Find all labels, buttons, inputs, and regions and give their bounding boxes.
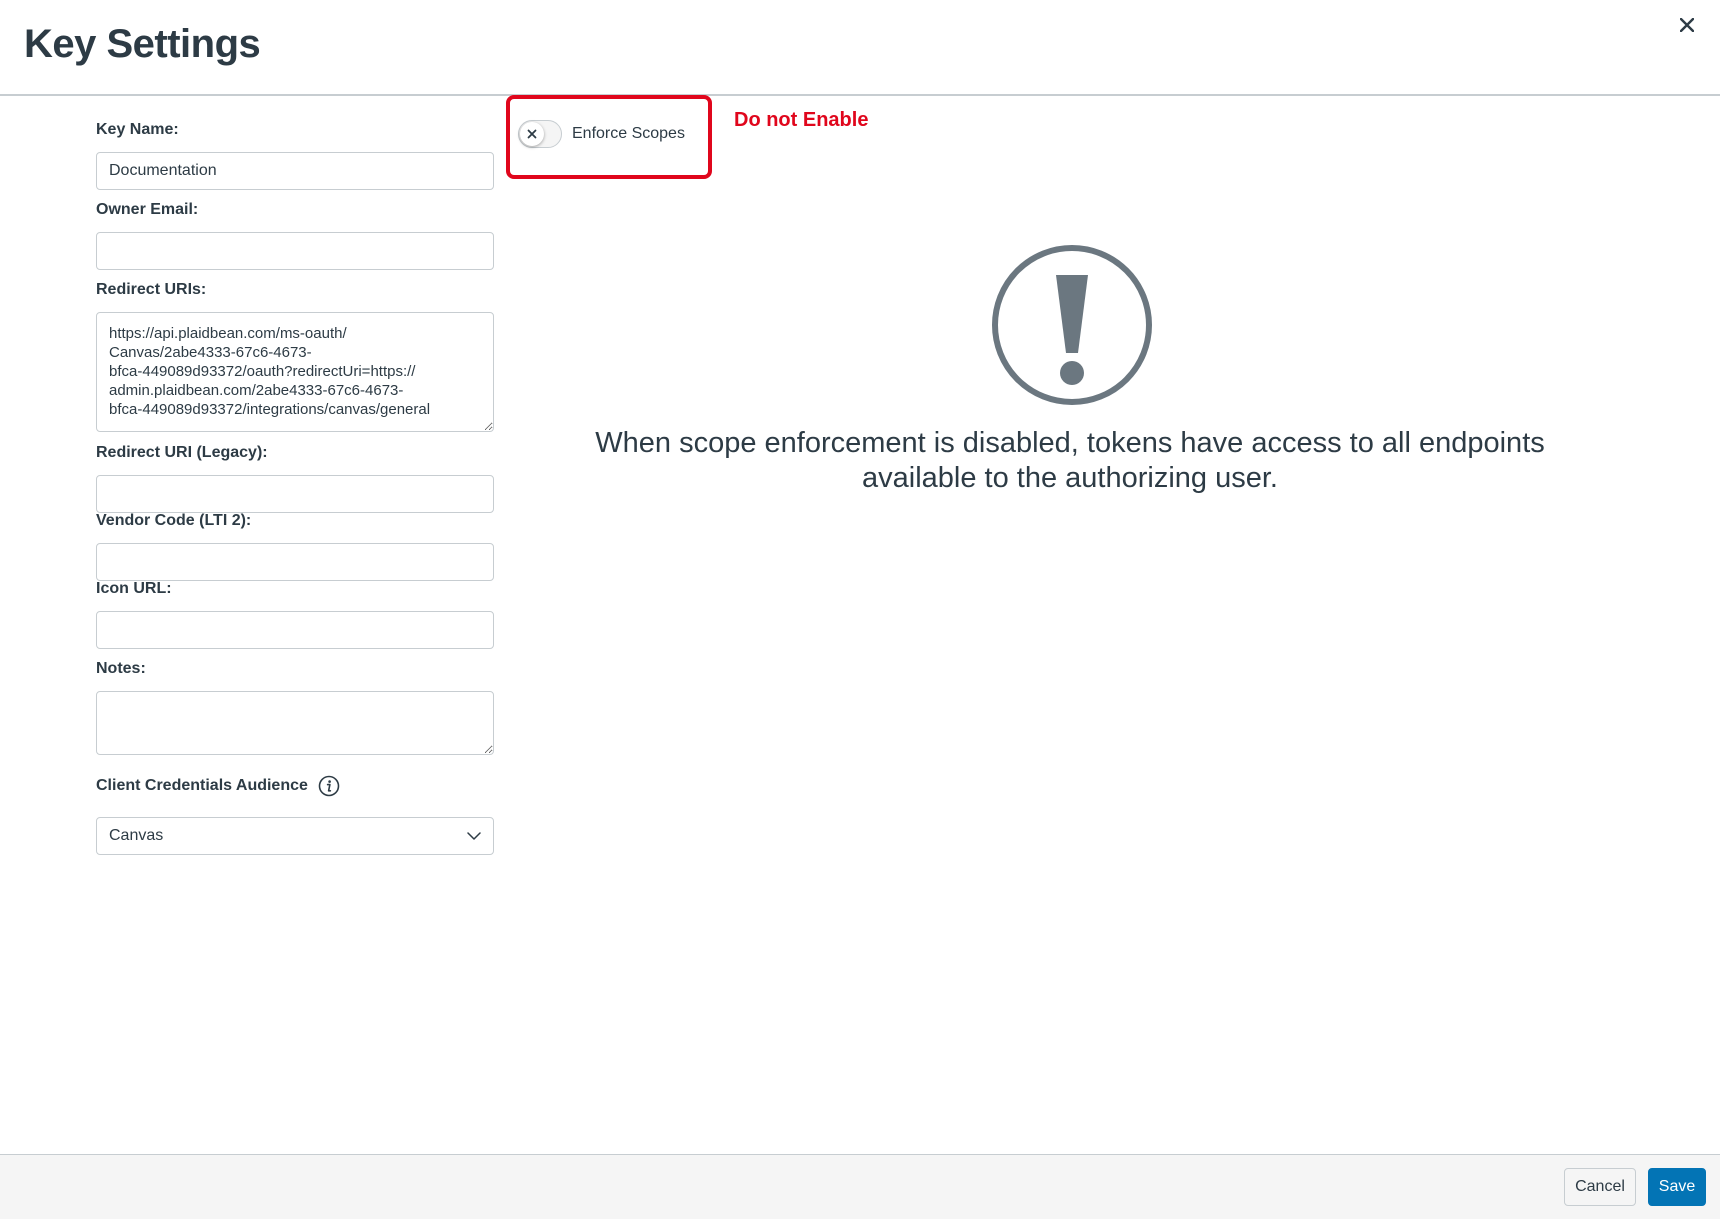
audience-selected-value: Canvas	[109, 827, 164, 844]
redirect-uris-textarea[interactable]: https://api.plaidbean.com/ms-oauth/ Canv…	[96, 312, 494, 432]
client-credentials-audience-select[interactable]: Canvas	[96, 817, 494, 855]
client-credentials-audience-label: Client Credentials Audience	[96, 777, 308, 794]
annotation-text: Do not Enable	[734, 109, 869, 131]
vendor-code-label: Vendor Code (LTI 2):	[96, 512, 252, 529]
vendor-code-input[interactable]	[96, 543, 494, 581]
exclamation-circle-icon	[990, 243, 1154, 407]
close-icon	[1680, 18, 1694, 32]
notes-textarea[interactable]	[96, 691, 494, 755]
close-button[interactable]	[1672, 10, 1702, 40]
client-credentials-audience-label-row: Client Credentials Audience	[96, 775, 340, 797]
redirect-uri-legacy-input[interactable]	[96, 475, 494, 513]
info-icon[interactable]	[318, 775, 340, 797]
owner-email-input[interactable]	[96, 232, 494, 270]
scope-warning-message: When scope enforcement is disabled, toke…	[595, 427, 1545, 494]
x-icon	[527, 129, 537, 139]
icon-url-label: Icon URL:	[96, 580, 172, 597]
redirect-uri-legacy-label: Redirect URI (Legacy):	[96, 444, 268, 461]
owner-email-label: Owner Email:	[96, 201, 199, 218]
icon-url-input[interactable]	[96, 611, 494, 649]
modal-header: Key Settings	[0, 0, 1720, 96]
key-name-label: Key Name:	[96, 121, 179, 138]
toggle-knob	[520, 122, 544, 146]
notes-label: Notes:	[96, 660, 146, 677]
chevron-down-icon	[467, 832, 481, 840]
save-button[interactable]: Save	[1648, 1168, 1706, 1206]
key-name-input[interactable]	[96, 152, 494, 190]
redirect-uris-label: Redirect URIs:	[96, 281, 207, 298]
cancel-button[interactable]: Cancel	[1564, 1168, 1636, 1206]
modal-footer	[0, 1154, 1720, 1219]
page-title: Key Settings	[24, 22, 261, 66]
enforce-scopes-toggle[interactable]	[518, 120, 562, 148]
enforce-scopes-label: Enforce Scopes	[572, 125, 685, 142]
